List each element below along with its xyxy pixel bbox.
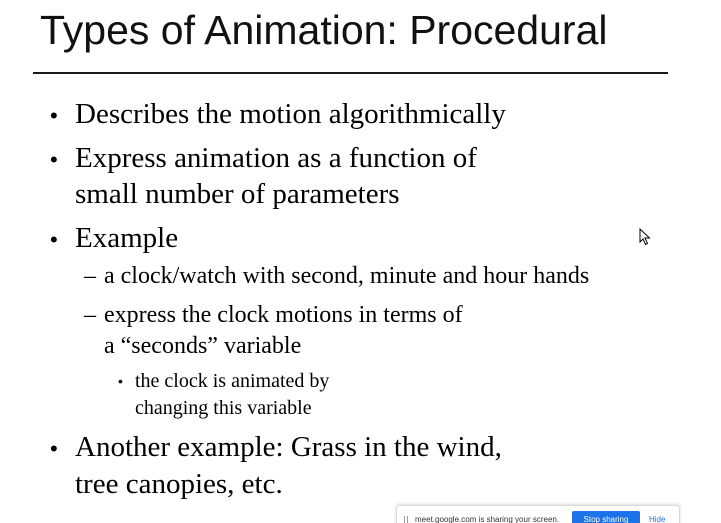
- bullet-icon: •: [50, 103, 58, 128]
- bullet-icon: •: [50, 436, 58, 461]
- hide-button[interactable]: Hide: [649, 515, 665, 523]
- drag-handle-icon[interactable]: [404, 516, 408, 523]
- bullet-text-express-line2: small number of parameters: [75, 178, 400, 210]
- slide-title: Types of Animation: Procedural: [40, 7, 608, 53]
- bullet-text-example: Example: [75, 222, 179, 254]
- presentation-slide: Types of Animation: Procedural • Describ…: [0, 0, 721, 523]
- stop-sharing-button[interactable]: Stop sharing: [572, 511, 640, 523]
- level3-text-line1: the clock is animated by: [135, 370, 330, 392]
- dash-icon: –: [84, 263, 96, 289]
- bullet-icon: •: [50, 147, 58, 172]
- screen-share-bar: meet.google.com is sharing your screen. …: [396, 505, 680, 523]
- share-message: meet.google.com is sharing your screen.: [415, 515, 560, 523]
- sub-bullet-text-express-line2: a “seconds” variable: [104, 333, 302, 359]
- bullet-text-describes: Describes the motion algorithmically: [75, 98, 506, 130]
- bullet-text-another-line1: Another example: Grass in the wind,: [75, 431, 502, 463]
- bullet-icon: •: [50, 227, 58, 252]
- sub-bullet-text-clock: a clock/watch with second, minute and ho…: [104, 263, 590, 289]
- mouse-pointer-icon: [639, 228, 651, 246]
- level3-text-line2: changing this variable: [135, 397, 312, 419]
- bullet-text-express-line1: Express animation as a function of: [75, 142, 477, 174]
- title-divider: [33, 72, 668, 74]
- sub-bullet-text-express-line1: express the clock motions in terms of: [104, 302, 463, 328]
- bullet-text-another-line2: tree canopies, etc.: [75, 468, 283, 500]
- bullet-icon: •: [118, 373, 123, 389]
- dash-icon: –: [84, 302, 96, 328]
